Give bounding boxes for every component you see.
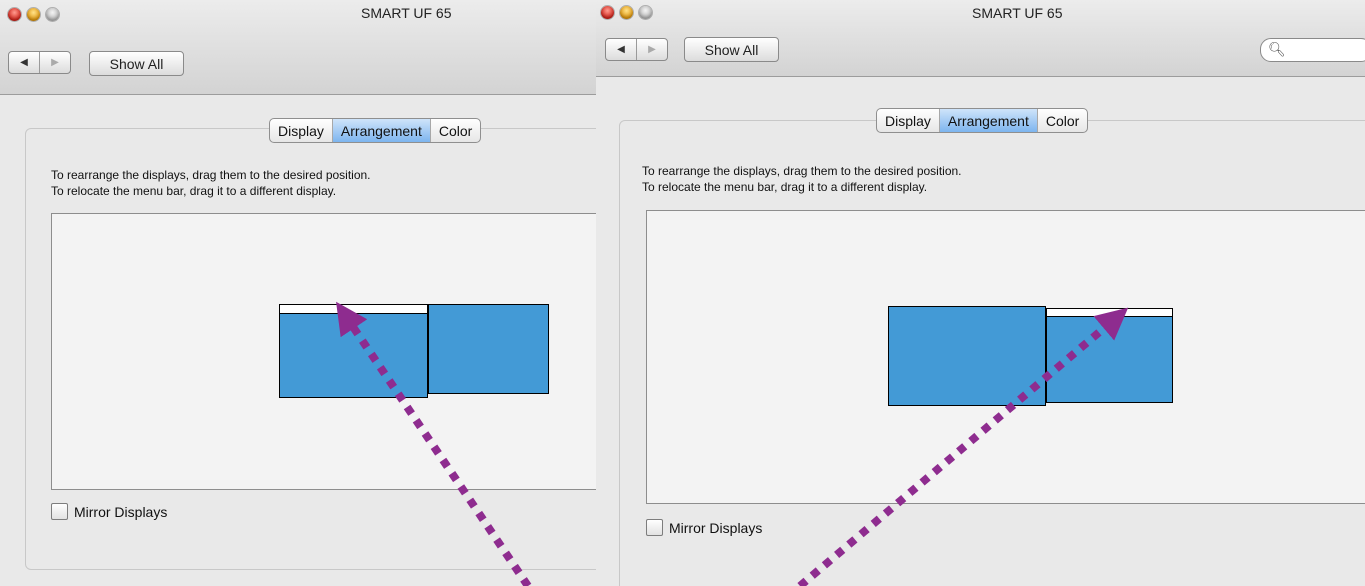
instruction-line: To rearrange the displays, drag them to … <box>51 168 371 182</box>
close-icon[interactable] <box>8 8 21 21</box>
tab-display[interactable]: Display <box>270 119 332 142</box>
instructions: To rearrange the displays, drag them to … <box>642 163 962 195</box>
instruction-line: To relocate the menu bar, drag it to a d… <box>51 184 337 198</box>
tab-bar: Display Arrangement Color <box>876 108 1089 133</box>
close-icon[interactable] <box>601 6 614 19</box>
nav-back-forward: ◀ ▶ <box>8 51 71 74</box>
display-main[interactable] <box>888 306 1046 406</box>
display-secondary[interactable] <box>1046 308 1173 403</box>
display-secondary[interactable] <box>428 304 549 394</box>
window-title: SMART UF 65 <box>361 5 452 21</box>
mirror-displays-checkbox[interactable] <box>51 503 68 520</box>
tab-bar: Display Arrangement Color <box>269 118 482 143</box>
mirror-displays[interactable]: Mirror Displays <box>646 519 762 536</box>
instruction-line: To relocate the menu bar, drag it to a d… <box>642 180 928 194</box>
show-all-button[interactable]: Show All <box>684 37 779 62</box>
window-left: SMART UF 65 ◀ ▶ Show All Display Arrange… <box>0 0 596 586</box>
mirror-displays-checkbox[interactable] <box>646 519 663 536</box>
tab-color[interactable]: Color <box>429 119 480 142</box>
zoom-icon[interactable] <box>639 6 652 19</box>
menu-bar[interactable] <box>279 304 428 314</box>
minimize-icon[interactable] <box>27 8 40 21</box>
back-arrow-icon[interactable]: ◀ <box>606 39 636 60</box>
tab-display[interactable]: Display <box>877 109 939 132</box>
traffic-lights <box>601 6 652 19</box>
nav-back-forward: ◀ ▶ <box>605 38 668 61</box>
search-field[interactable]: 🔍︎ <box>1260 38 1365 62</box>
window-right: SMART UF 65 ◀ ▶ Show All 🔍︎ Display Arra… <box>596 0 1365 586</box>
instructions: To rearrange the displays, drag them to … <box>51 167 371 199</box>
menu-bar[interactable] <box>1046 308 1173 317</box>
zoom-icon[interactable] <box>46 8 59 21</box>
forward-arrow-icon[interactable]: ▶ <box>636 39 667 60</box>
mirror-displays-label: Mirror Displays <box>74 503 168 520</box>
titlebar: SMART UF 65 ◀ ▶ Show All <box>0 0 596 95</box>
mirror-displays[interactable]: Mirror Displays <box>51 503 167 520</box>
forward-arrow-icon[interactable]: ▶ <box>39 52 70 73</box>
display-main[interactable] <box>279 304 428 398</box>
instruction-line: To rearrange the displays, drag them to … <box>642 164 962 178</box>
search-icon: 🔍︎ <box>1268 41 1286 57</box>
show-all-button[interactable]: Show All <box>89 51 184 76</box>
back-arrow-icon[interactable]: ◀ <box>9 52 39 73</box>
window-title: SMART UF 65 <box>972 5 1063 21</box>
mirror-displays-label: Mirror Displays <box>669 519 763 536</box>
minimize-icon[interactable] <box>620 6 633 19</box>
tab-arrangement[interactable]: Arrangement <box>938 109 1037 132</box>
traffic-lights <box>8 8 59 21</box>
titlebar: SMART UF 65 ◀ ▶ Show All 🔍︎ <box>596 0 1365 77</box>
tab-color[interactable]: Color <box>1036 109 1087 132</box>
tab-arrangement[interactable]: Arrangement <box>331 119 430 142</box>
